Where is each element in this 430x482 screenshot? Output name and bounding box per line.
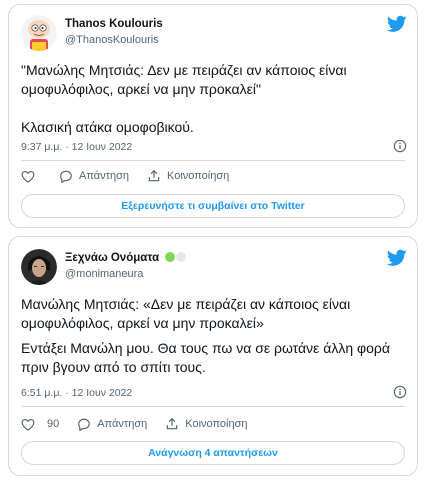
share-label: Κοινοποίηση: [167, 170, 230, 182]
like-button[interactable]: 90: [21, 418, 59, 431]
read-replies-button[interactable]: Ανάγνωση 4 απαντήσεων: [21, 441, 405, 465]
share-button[interactable]: Κοινοποίηση: [165, 417, 248, 431]
tweet-actions: Απάντηση Κοινοποίηση: [21, 169, 247, 183]
tweet-text-comment: Κλασική ατάκα ομοφοβικού.: [21, 119, 194, 135]
like-count: 90: [47, 418, 60, 430]
reply-label: Απάντηση: [79, 170, 129, 182]
reply-button[interactable]: Απάντηση: [77, 418, 147, 431]
twitter-bird-icon[interactable]: [387, 249, 407, 267]
share-icon: [148, 169, 160, 182]
share-label: Κοινοποίηση: [185, 418, 248, 430]
author-name[interactable]: Ξεχνάω Ονόματα: [65, 252, 187, 264]
twitter-bird-icon[interactable]: [387, 15, 407, 33]
tweet-text-quote: "Μανώλης Μητσιάς: Δεν με πειράζει αν κάπ…: [21, 62, 347, 97]
reply-bubble-icon: [60, 170, 72, 183]
share-icon: [167, 417, 178, 430]
share-button[interactable]: Κοινοποίηση: [147, 169, 229, 183]
tweet-card-2: Ξεχνάω Ονόματα @monimaneura Μανώλης Μητσ…: [8, 236, 418, 476]
tweet-text-comment: Εντάξει Μανώλη μου. Θα τους πω να σε ρωτ…: [21, 340, 390, 375]
author-name-text: Ξεχνάω Ονόματα: [65, 252, 160, 264]
tweet-timestamp[interactable]: 6:51 μ.μ. · 12 Ιουν 2022: [21, 387, 132, 399]
info-icon[interactable]: [393, 139, 407, 153]
reply-bubble-icon: [78, 418, 91, 431]
author-handle[interactable]: @monimaneura: [65, 268, 143, 280]
avatar[interactable]: [21, 15, 57, 51]
author-name[interactable]: Thanos Koulouris: [65, 18, 163, 30]
green-circle-emoji-icon: [165, 252, 176, 262]
reply-label: Απάντηση: [97, 418, 148, 430]
reply-button[interactable]: Απάντηση: [59, 170, 129, 183]
avatar[interactable]: [21, 249, 57, 285]
divider: [21, 406, 405, 407]
author-handle[interactable]: @ThanosKoulouris: [65, 34, 159, 46]
info-icon[interactable]: [393, 385, 407, 399]
explore-twitter-button[interactable]: Εξερευνήστε τι συμβαίνει στο Twitter: [21, 194, 405, 218]
heart-icon: [21, 418, 35, 431]
like-button[interactable]: [21, 170, 41, 183]
tweet-timestamp[interactable]: 9:37 μ.μ. · 12 Ιουν 2022: [21, 141, 132, 153]
white-circle-emoji-icon: [176, 252, 187, 262]
divider: [21, 160, 405, 161]
avatar-cartoon-image: [21, 15, 57, 51]
tweet-card-1: Thanos Koulouris @ThanosKoulouris "Μανώλ…: [8, 4, 418, 228]
tweet-actions: 90 Απάντηση Κοινοποίηση: [21, 417, 266, 431]
tweet-text-quote: Μανώλης Μητσιάς: «Δεν με πειράζει αν κάπ…: [21, 296, 351, 331]
avatar-portrait-image: [21, 249, 57, 285]
heart-icon: [21, 170, 35, 183]
